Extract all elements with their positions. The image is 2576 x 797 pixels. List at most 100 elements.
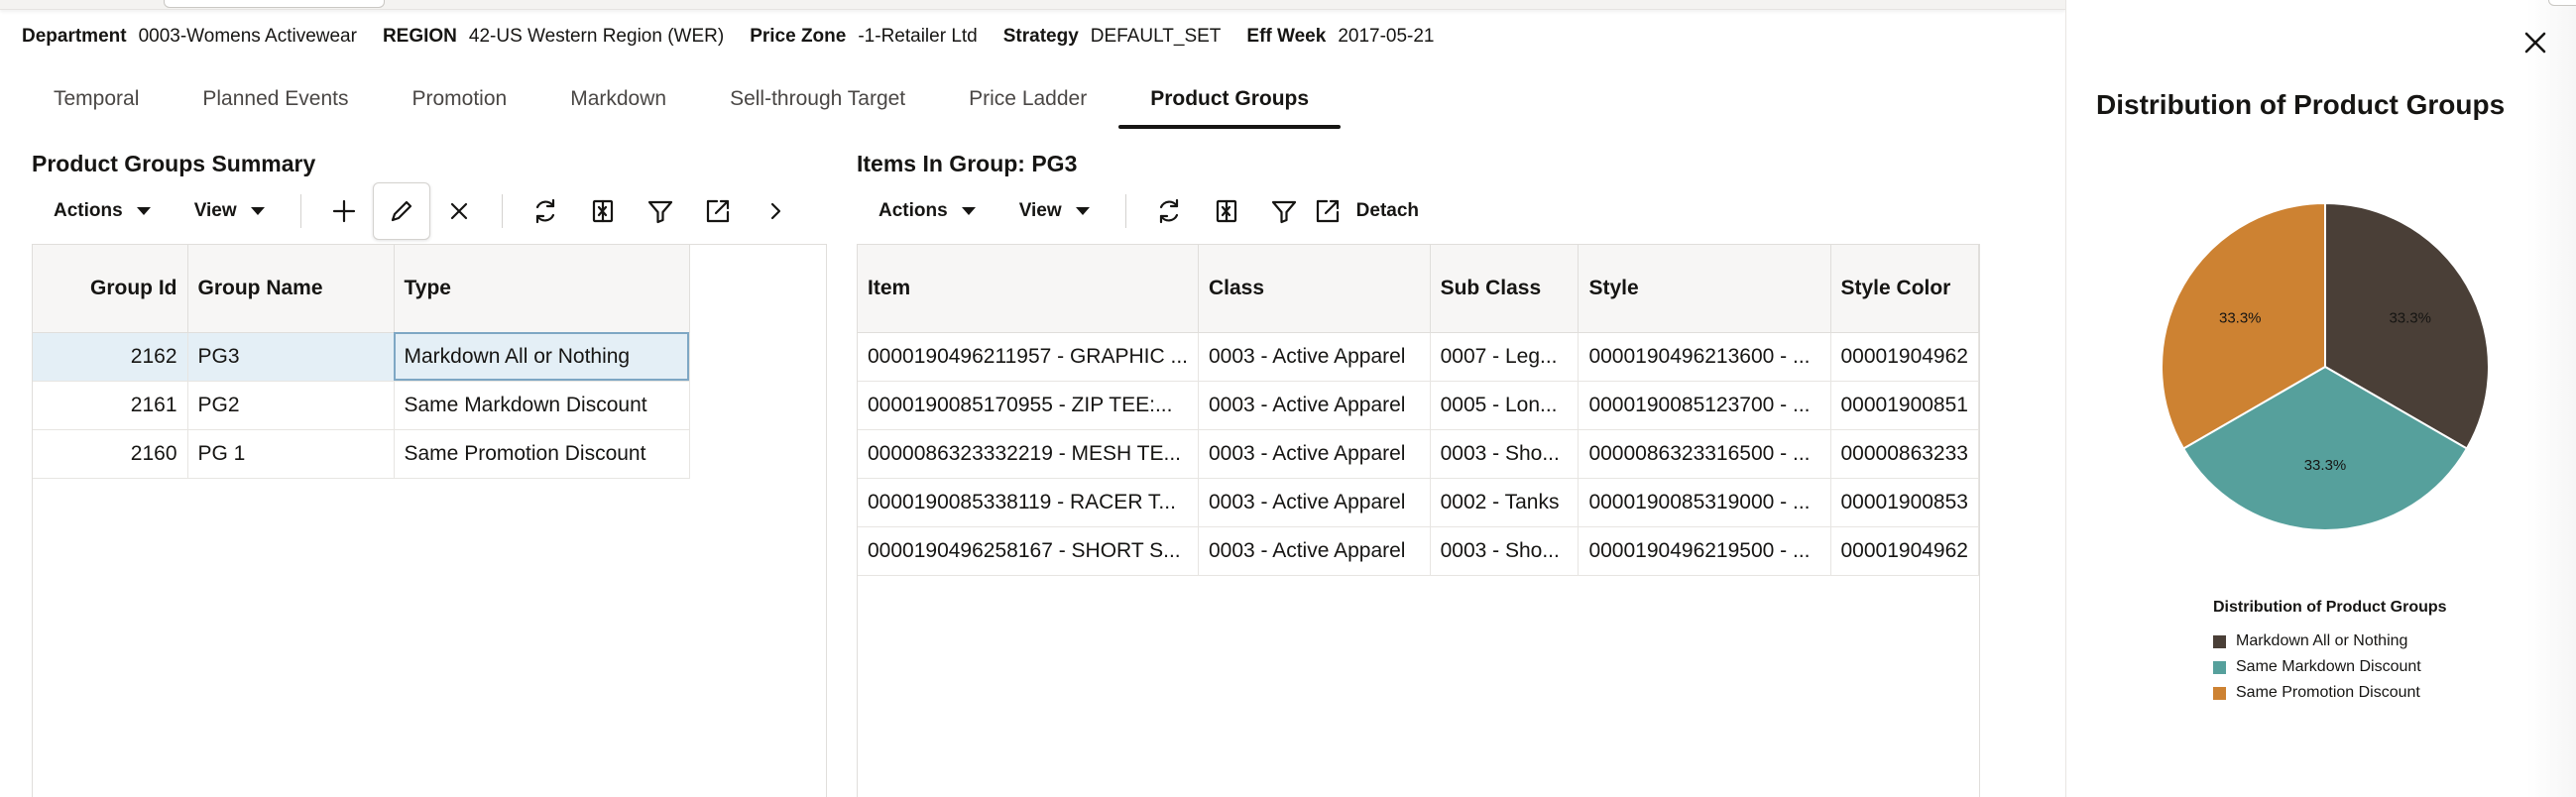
column-header-type[interactable]: Type: [394, 245, 690, 333]
legend-item[interactable]: Markdown All or Nothing: [2213, 628, 2447, 654]
tab-price-ladder[interactable]: Price Ladder: [937, 71, 1118, 129]
group-id-cell[interactable]: 2160: [33, 429, 188, 479]
sub-class-cell[interactable]: 0002 - Tanks: [1430, 478, 1580, 527]
detach-label: Detach: [1355, 200, 1420, 221]
column-header-item[interactable]: Item: [858, 245, 1199, 333]
summary-actions-menu[interactable]: Actions: [32, 189, 173, 233]
group-name-cell[interactable]: PG 1: [187, 429, 395, 479]
gutter-control[interactable]: [2548, 0, 2576, 6]
style-cell[interactable]: 0000190085123700 - ...: [1578, 381, 1831, 430]
tab-markdown[interactable]: Markdown: [538, 71, 698, 129]
summary-view-menu[interactable]: View: [173, 189, 287, 233]
group-name-cell[interactable]: PG2: [187, 381, 395, 430]
edit-button[interactable]: [372, 182, 430, 240]
items-export-excel-button[interactable]: [1198, 182, 1255, 240]
sub-class-cell[interactable]: 0003 - Sho...: [1430, 526, 1580, 576]
table-row[interactable]: 0000190496258167 - SHORT S... 0003 - Act…: [858, 526, 1979, 576]
table-row[interactable]: 0000190085170955 - ZIP TEE:... 0003 - Ac…: [858, 381, 1979, 430]
filter-button[interactable]: [632, 182, 689, 240]
table-row[interactable]: 2161 PG2 Same Markdown Discount: [33, 381, 690, 430]
group-id-cell[interactable]: 2161: [33, 381, 188, 430]
class-cell[interactable]: 0003 - Active Apparel: [1198, 381, 1431, 430]
item-cell[interactable]: 0000086323332219 - MESH TE...: [858, 429, 1199, 479]
style-color-cell[interactable]: 00001904962: [1830, 332, 1979, 382]
items-refresh-button[interactable]: [1140, 182, 1198, 240]
group-name-cell[interactable]: PG3: [187, 332, 395, 382]
type-cell[interactable]: Markdown All or Nothing: [394, 332, 690, 382]
items-header-row: Item Class Sub Class Style Style Color: [858, 245, 1979, 333]
sub-class-cell[interactable]: 0007 - Leg...: [1430, 332, 1580, 382]
column-header-group-id[interactable]: Group Id: [33, 245, 188, 333]
style-color-cell[interactable]: 00001900851: [1830, 381, 1979, 430]
style-cell[interactable]: 0000086323316500 - ...: [1578, 429, 1831, 479]
legend-swatch: [2213, 686, 2226, 700]
excel-icon: [1216, 199, 1236, 223]
summary-actions-label: Actions: [54, 200, 123, 221]
item-cell[interactable]: 0000190085338119 - RACER T...: [858, 478, 1199, 527]
column-header-sub-class[interactable]: Sub Class: [1430, 245, 1580, 333]
items-view-menu[interactable]: View: [997, 189, 1112, 233]
tab-temporal[interactable]: Temporal: [22, 71, 171, 129]
items-detach-button[interactable]: Detach: [1313, 196, 1429, 226]
toolbar-divider: [299, 194, 301, 228]
detach-button[interactable]: [689, 182, 747, 240]
summary-view-label: View: [193, 200, 237, 221]
column-header-style[interactable]: Style: [1578, 245, 1831, 333]
style-cell[interactable]: 0000190085319000 - ...: [1578, 478, 1831, 527]
export-excel-button[interactable]: [574, 182, 632, 240]
style-color-cell[interactable]: 00000863233: [1830, 429, 1979, 479]
table-row[interactable]: 2160 PG 1 Same Promotion Discount: [33, 429, 690, 479]
column-header-group-name[interactable]: Group Name: [187, 245, 395, 333]
pie-data-label-1: 33.3%: [2304, 457, 2347, 474]
item-cell[interactable]: 0000190496258167 - SHORT S...: [858, 526, 1199, 576]
style-color-cell[interactable]: 00001900853: [1830, 478, 1979, 527]
class-cell[interactable]: 0003 - Active Apparel: [1198, 478, 1431, 527]
item-cell[interactable]: 0000190496211957 - GRAPHIC ...: [858, 332, 1199, 382]
sub-class-cell[interactable]: 0005 - Lon...: [1430, 381, 1580, 430]
items-actions-menu[interactable]: Actions: [857, 189, 997, 233]
table-row[interactable]: 0000086323332219 - MESH TE... 0003 - Act…: [858, 429, 1979, 479]
type-cell[interactable]: Same Promotion Discount: [394, 429, 690, 479]
legend-label: Same Markdown Discount: [2236, 658, 2421, 675]
close-drawer-button[interactable]: [2518, 26, 2552, 59]
eff-week-label: Eff Week: [1246, 26, 1327, 47]
legend-item[interactable]: Same Promotion Discount: [2213, 680, 2447, 706]
summary-title: Product Groups Summary: [32, 151, 316, 176]
style-cell[interactable]: 0000190496219500 - ...: [1578, 526, 1831, 576]
pie-data-label-2: 33.3%: [2219, 310, 2262, 327]
table-row[interactable]: 0000190085338119 - RACER T... 0003 - Act…: [858, 478, 1979, 527]
tab-product-groups[interactable]: Product Groups: [1118, 71, 1341, 129]
legend-item[interactable]: Same Markdown Discount: [2213, 654, 2447, 680]
column-header-class[interactable]: Class: [1198, 245, 1431, 333]
group-id-cell[interactable]: 2162: [33, 332, 188, 382]
class-cell[interactable]: 0003 - Active Apparel: [1198, 526, 1431, 576]
summary-header-row: Group Id Group Name Type: [33, 245, 690, 333]
header-control[interactable]: [164, 0, 385, 8]
legend-label: Markdown All or Nothing: [2236, 632, 2408, 649]
item-cell[interactable]: 0000190085170955 - ZIP TEE:...: [858, 381, 1199, 430]
class-cell[interactable]: 0003 - Active Apparel: [1198, 332, 1431, 382]
tab-promotion[interactable]: Promotion: [380, 71, 538, 129]
add-button[interactable]: [315, 182, 373, 240]
items-filter-button[interactable]: [1255, 182, 1313, 240]
chevron-down-icon: [136, 207, 151, 215]
chevron-down-icon: [250, 207, 265, 215]
context-bar: Department 0003-Womens Activewear REGION…: [22, 24, 1461, 50]
delete-button[interactable]: [430, 182, 488, 240]
style-color-cell[interactable]: 00001904962: [1830, 526, 1979, 576]
sub-class-cell[interactable]: 0003 - Sho...: [1430, 429, 1580, 479]
column-header-style-color[interactable]: Style Color: [1830, 245, 1979, 333]
table-row[interactable]: 2162 PG3 Markdown All or Nothing: [33, 332, 690, 382]
table-row[interactable]: 0000190496211957 - GRAPHIC ... 0003 - Ac…: [858, 332, 1979, 382]
tab-sell-through-target[interactable]: Sell-through Target: [698, 71, 937, 129]
legend-swatch: [2213, 634, 2226, 648]
tab-planned-events[interactable]: Planned Events: [171, 71, 380, 129]
type-cell[interactable]: Same Markdown Discount: [394, 381, 690, 430]
overflow-button[interactable]: [747, 182, 804, 240]
top-strip: [0, 0, 2065, 10]
refresh-button[interactable]: [517, 182, 574, 240]
excel-icon: [592, 199, 613, 223]
class-cell[interactable]: 0003 - Active Apparel: [1198, 429, 1431, 479]
style-cell[interactable]: 0000190496213600 - ...: [1578, 332, 1831, 382]
items-title: Items In Group: PG3: [857, 151, 1078, 176]
